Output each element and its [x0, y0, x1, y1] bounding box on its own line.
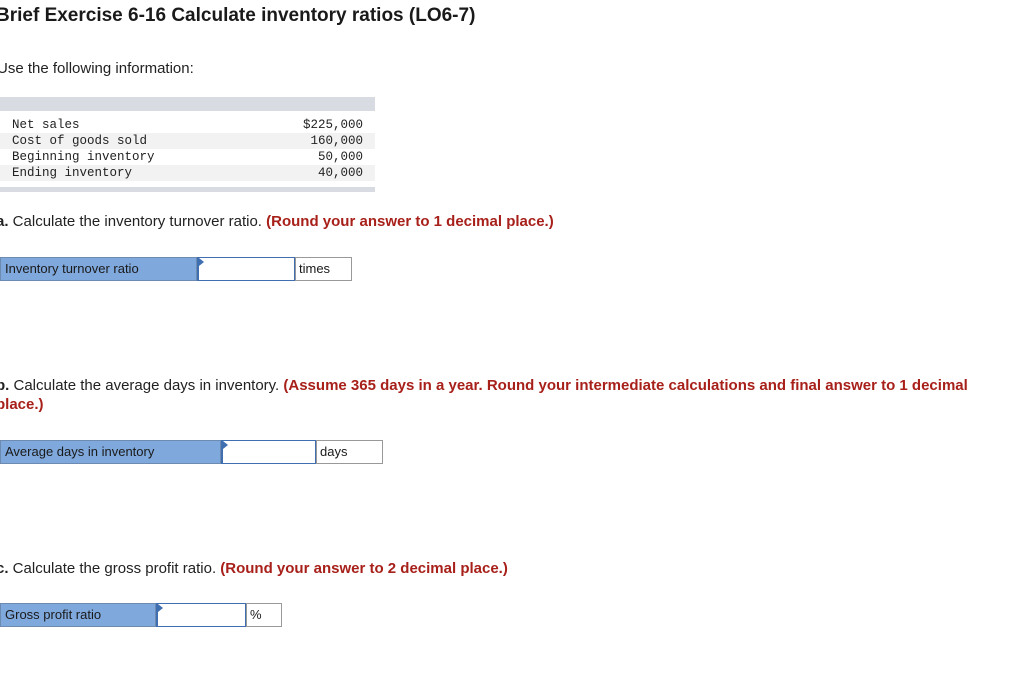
average-days-input[interactable] — [223, 441, 315, 463]
answer-row-average-days: Average days in inventory days — [0, 440, 383, 464]
gross-profit-input[interactable] — [158, 604, 245, 626]
unit-label: days — [316, 440, 383, 464]
table-row: Net sales $225,000 — [0, 117, 375, 133]
intro-text: Use the following information: — [0, 60, 194, 77]
table-row: Ending inventory 40,000 — [0, 165, 375, 181]
question-c-text: Calculate the gross profit ratio. — [8, 560, 221, 577]
exercise-title: Brief Exercise 6-16 Calculate inventory … — [0, 5, 476, 26]
question-c: c. Calculate the gross profit ratio. (Ro… — [0, 559, 508, 578]
question-a-text: Calculate the inventory turnover ratio. — [8, 213, 267, 230]
unit-label: times — [295, 257, 352, 281]
answer-label: Gross profit ratio — [0, 603, 156, 627]
table-footer-bar — [0, 187, 375, 192]
table-row: Cost of goods sold 160,000 — [0, 133, 375, 149]
row-amount: $225,000 — [249, 117, 375, 133]
row-amount: 40,000 — [249, 165, 375, 181]
question-c-note: (Round your answer to 2 decimal place.) — [220, 560, 508, 577]
row-amount: 160,000 — [249, 133, 375, 149]
question-b: b. Calculate the average days in invento… — [0, 376, 996, 414]
answer-label: Average days in inventory — [0, 440, 221, 464]
row-label: Ending inventory — [0, 165, 250, 181]
table-row: Beginning inventory 50,000 — [0, 149, 375, 165]
inventory-turnover-input[interactable] — [199, 258, 294, 280]
question-a-letter: a. — [0, 213, 9, 230]
information-table: Net sales $225,000 Cost of goods sold 16… — [0, 97, 375, 192]
unit-label: % — [246, 603, 282, 627]
question-b-letter: b. — [0, 377, 10, 394]
table-header-bar — [0, 97, 375, 111]
row-amount: 50,000 — [249, 149, 375, 165]
question-a: a. Calculate the inventory turnover rati… — [0, 212, 554, 231]
answer-input-container — [221, 440, 316, 464]
row-label: Net sales — [0, 117, 250, 133]
answer-row-gross-profit: Gross profit ratio % — [0, 603, 282, 627]
question-b-text: Calculate the average days in inventory. — [9, 377, 284, 394]
row-label: Cost of goods sold — [0, 133, 250, 149]
question-a-note: (Round your answer to 1 decimal place.) — [266, 213, 554, 230]
answer-input-container — [197, 257, 295, 281]
answer-label: Inventory turnover ratio — [0, 257, 197, 281]
question-c-letter: c. — [0, 560, 9, 577]
answer-input-container — [156, 603, 246, 627]
answer-row-inventory-turnover: Inventory turnover ratio times — [0, 257, 352, 281]
row-label: Beginning inventory — [0, 149, 250, 165]
